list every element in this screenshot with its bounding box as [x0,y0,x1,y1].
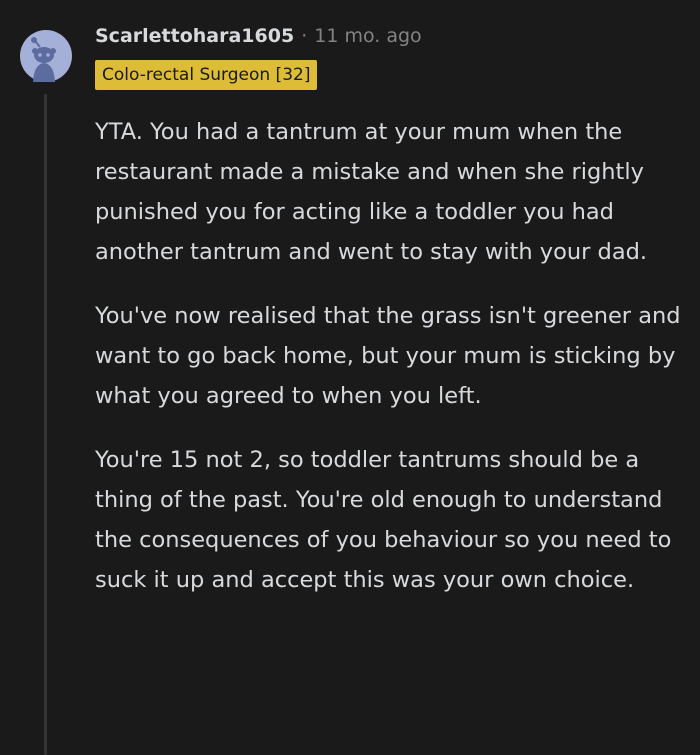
reddit-snoo-avatar-icon [20,30,72,82]
comment-timestamp[interactable]: 11 mo. ago [314,25,421,47]
comment-card: Scarlettohara1605 · 11 mo. ago Colo-rect… [0,0,700,755]
username-link[interactable]: Scarlettohara1605 [95,25,294,47]
comment-paragraph: YTA. You had a tantrum at your mum when … [95,119,648,265]
user-flair: Colo-rectal Surgeon [32] [95,60,318,90]
meta-separator: · [301,25,308,47]
comment-body: YTA. You had a tantrum at your mum when … [95,112,690,624]
comment-paragraph: You're 15 not 2, so toddler tantrums sho… [95,447,672,593]
comment-header: Scarlettohara1605 · 11 mo. ago [95,20,422,52]
user-avatar[interactable] [20,30,72,82]
comment-paragraph: You've now realised that the grass isn't… [95,303,681,409]
thread-collapse-line[interactable] [44,94,47,755]
